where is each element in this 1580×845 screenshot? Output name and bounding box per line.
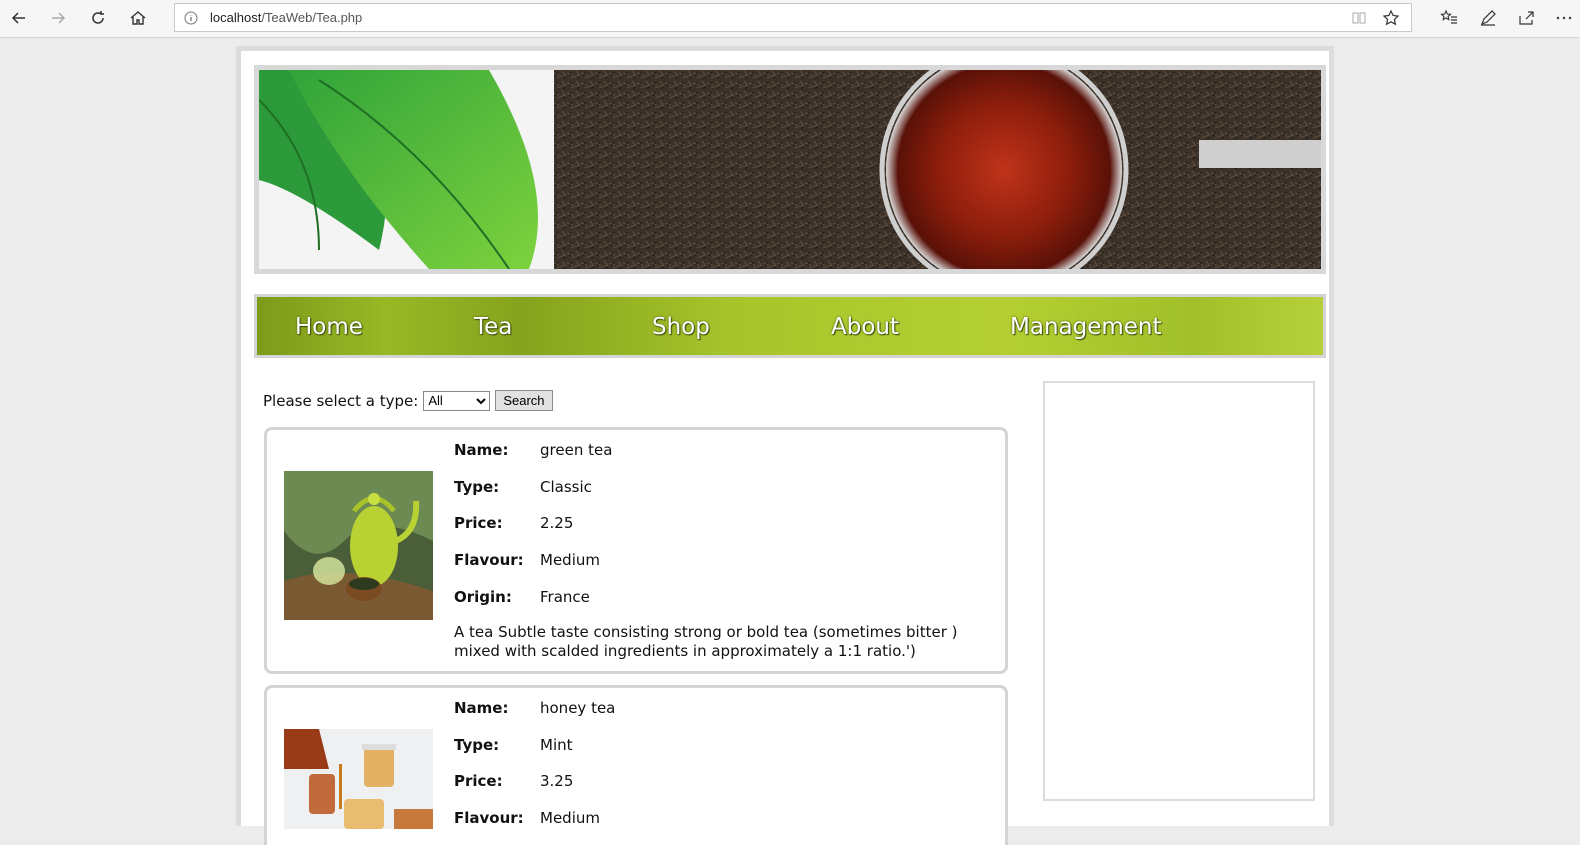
info-icon[interactable] bbox=[183, 10, 199, 26]
reading-view-icon[interactable] bbox=[1351, 10, 1367, 26]
price-label: Price: bbox=[454, 772, 503, 790]
tea-name: honey tea bbox=[540, 699, 616, 717]
tea-price: 3.25 bbox=[540, 772, 574, 790]
origin-label: Origin: bbox=[454, 588, 512, 606]
price-label: Price: bbox=[454, 514, 503, 532]
name-label: Name: bbox=[454, 699, 509, 717]
favorites-icon[interactable] bbox=[1435, 5, 1463, 31]
type-select[interactable]: All bbox=[423, 390, 491, 411]
more-icon[interactable] bbox=[1550, 5, 1578, 31]
refresh-icon[interactable] bbox=[84, 5, 112, 31]
url-host: localhost bbox=[210, 10, 262, 25]
tea-type: Classic bbox=[540, 478, 592, 496]
tea-description: A tea Subtle taste consisting strong or … bbox=[454, 623, 958, 660]
url-path: /TeaWeb/Tea.php bbox=[261, 10, 363, 25]
filter-label: Please select a type: bbox=[263, 391, 419, 410]
tea-flavour: Medium bbox=[540, 809, 600, 827]
nav-about[interactable]: About bbox=[831, 314, 899, 340]
tea-card: Name: honey tea Type: Mint Price: 3.25 F… bbox=[264, 685, 1008, 845]
nav-home[interactable]: Home bbox=[295, 314, 363, 340]
url-text[interactable]: localhost/TeaWeb/Tea.php bbox=[210, 10, 362, 25]
main-nav: Home Tea Shop About Management bbox=[254, 294, 1326, 358]
home-icon[interactable] bbox=[124, 5, 152, 31]
favorite-star-icon[interactable] bbox=[1382, 9, 1400, 27]
tea-name: green tea bbox=[540, 441, 613, 459]
tea-card: Name: green tea Type: Classic Price: 2.2… bbox=[264, 427, 1008, 674]
tea-origin: France bbox=[540, 588, 590, 606]
sidebar-panel bbox=[1043, 381, 1315, 801]
forward-icon[interactable] bbox=[44, 5, 72, 31]
nav-tea[interactable]: Tea bbox=[474, 314, 512, 340]
search-button[interactable]: Search bbox=[495, 390, 553, 411]
type-label: Type: bbox=[454, 736, 500, 754]
back-icon[interactable] bbox=[5, 5, 33, 31]
tea-image-honey bbox=[284, 729, 433, 829]
browser-toolbar: localhost/TeaWeb/Tea.php bbox=[0, 0, 1580, 38]
share-icon[interactable] bbox=[1512, 5, 1540, 31]
address-bar[interactable]: localhost/TeaWeb/Tea.php bbox=[174, 3, 1412, 32]
name-label: Name: bbox=[454, 441, 509, 459]
tea-price: 2.25 bbox=[540, 514, 574, 532]
type-filter: Please select a type: All Search bbox=[263, 390, 553, 411]
type-label: Type: bbox=[454, 478, 500, 496]
page-container: Home Tea Shop About Management Please se… bbox=[236, 46, 1334, 845]
pen-icon[interactable] bbox=[1474, 5, 1502, 31]
nav-management[interactable]: Management bbox=[1010, 314, 1162, 340]
tea-image-green bbox=[284, 471, 433, 620]
nav-shop[interactable]: Shop bbox=[652, 314, 710, 340]
tea-banner-image bbox=[254, 65, 1326, 274]
flavour-label: Flavour: bbox=[454, 809, 524, 827]
tea-type: Mint bbox=[540, 736, 573, 754]
tea-flavour: Medium bbox=[540, 551, 600, 569]
flavour-label: Flavour: bbox=[454, 551, 524, 569]
